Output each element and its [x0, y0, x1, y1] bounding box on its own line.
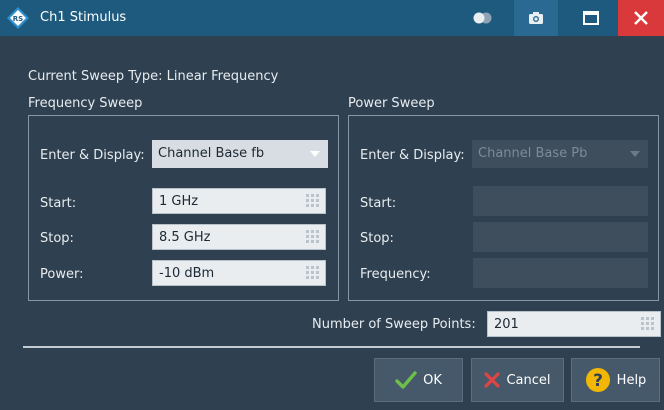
close-icon — [634, 11, 648, 25]
window-title: Ch1 Stimulus — [40, 10, 127, 25]
help-button[interactable]: ? Help — [571, 358, 660, 402]
maximize-icon — [583, 11, 599, 25]
freq-stop-label: Stop: — [40, 231, 74, 246]
freq-power-label: Power: — [40, 267, 84, 282]
sweep-type-label: Current Sweep Type: — [28, 69, 163, 84]
current-sweep-type: Current Sweep Type: Linear Frequency — [28, 69, 278, 84]
freq-power-field[interactable]: -10 dBm — [152, 260, 326, 286]
svg-text:?: ? — [593, 371, 603, 391]
freq-enter-display-select[interactable]: Channel Base fb — [152, 140, 328, 168]
chevron-down-icon — [630, 151, 640, 157]
frequency-sweep-title: Frequency Sweep — [28, 96, 143, 111]
sweep-type-value: Linear Frequency — [166, 69, 279, 84]
freq-stop-field[interactable]: 8.5 GHz — [152, 224, 326, 250]
freq-enter-display-value: Channel Base fb — [158, 146, 265, 161]
screenshot-button[interactable] — [514, 0, 558, 36]
sweep-points-value: 201 — [494, 317, 519, 332]
keypad-icon[interactable] — [306, 230, 320, 244]
cancel-label: Cancel — [506, 372, 551, 388]
sweep-points-field[interactable]: 201 — [487, 311, 661, 337]
freq-start-label: Start: — [40, 196, 77, 211]
power-enter-display-value: Channel Base Pb — [478, 146, 588, 161]
power-stop-label: Stop: — [360, 231, 394, 246]
power-frequency-field — [473, 258, 648, 288]
divider — [23, 346, 640, 348]
freq-stop-value: 8.5 GHz — [159, 230, 211, 245]
ok-label: OK — [423, 372, 442, 388]
maximize-button[interactable] — [570, 0, 612, 36]
keypad-icon[interactable] — [306, 194, 320, 208]
freq-power-value: -10 dBm — [159, 266, 215, 281]
power-enter-display-label: Enter & Display: — [360, 148, 465, 163]
freq-enter-display-label: Enter & Display: — [40, 148, 145, 163]
title-bar: RS Ch1 Stimulus — [0, 0, 664, 36]
camera-icon — [529, 12, 543, 24]
power-start-label: Start: — [360, 196, 397, 211]
close-button[interactable] — [618, 0, 664, 36]
sweep-points-label: Number of Sweep Points: — [312, 317, 476, 332]
power-frequency-label: Frequency: — [360, 267, 431, 282]
checkmark-icon — [395, 371, 417, 389]
power-sweep-title: Power Sweep — [348, 96, 435, 111]
power-start-field — [473, 186, 648, 216]
ok-button[interactable]: OK — [374, 358, 463, 402]
toggle-icon — [473, 12, 492, 24]
toggle-button[interactable] — [462, 0, 504, 36]
x-icon — [484, 372, 501, 388]
chevron-down-icon — [310, 151, 320, 157]
freq-start-value: 1 GHz — [159, 194, 199, 209]
help-label: Help — [616, 372, 647, 388]
svg-text:RS: RS — [13, 15, 23, 23]
keypad-icon[interactable] — [306, 266, 320, 280]
power-enter-display-select: Channel Base Pb — [472, 140, 648, 168]
question-icon: ? — [585, 368, 610, 392]
power-stop-field — [473, 222, 648, 252]
cancel-button[interactable]: Cancel — [471, 358, 564, 402]
freq-start-field[interactable]: 1 GHz — [152, 188, 326, 214]
rohde-schwarz-logo-icon: RS — [7, 7, 29, 29]
keypad-icon[interactable] — [641, 317, 655, 331]
